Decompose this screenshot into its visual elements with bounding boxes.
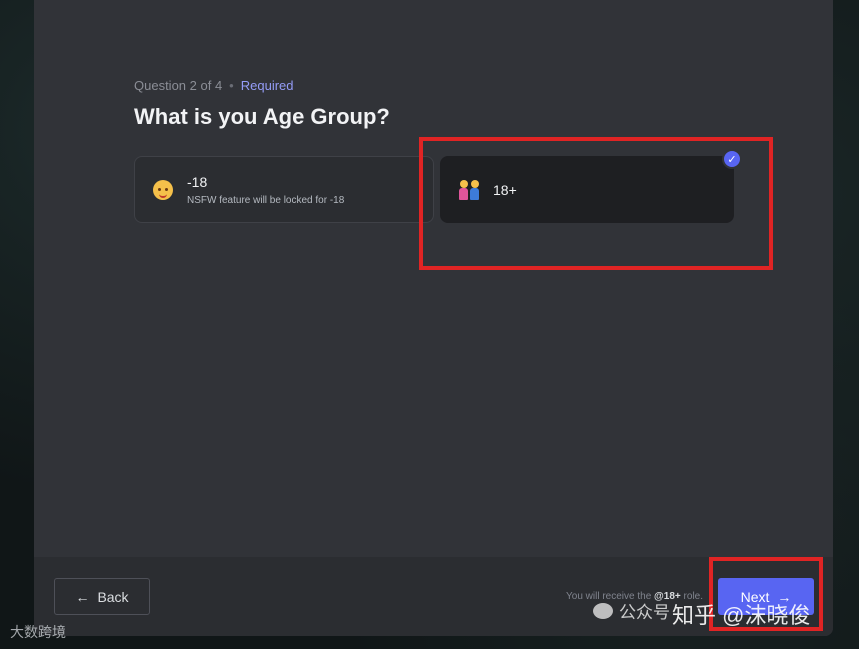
question-counter: Question 2 of 4 [134, 78, 223, 93]
watermark-wechat: 公众号 [593, 598, 670, 623]
arrow-left-icon: ← [75, 588, 90, 605]
watermark-zhihu: 知乎 @沫晓俊 [672, 603, 811, 628]
required-label: Required [240, 78, 294, 93]
wechat-icon [593, 602, 613, 619]
option-title: -18 [187, 173, 208, 190]
meta-separator: • [229, 78, 234, 93]
option-description: NSFW feature will be locked for -18 [187, 194, 345, 206]
onboarding-modal: Question 2 of 4 • Required What is you Age… [34, 0, 833, 636]
back-label: Back [97, 588, 129, 605]
question-title: What is you Age Group? [134, 104, 390, 129]
question-meta: Question 2 of 4 • Required [134, 78, 294, 93]
highlight-box-option [419, 137, 773, 270]
baby-emoji-icon [151, 178, 175, 202]
watermark-left: 大数跨境 [10, 624, 66, 640]
back-button[interactable]: ← Back [54, 578, 150, 615]
option-under-18[interactable]: -18 NSFW feature will be locked for -18 [134, 156, 434, 223]
